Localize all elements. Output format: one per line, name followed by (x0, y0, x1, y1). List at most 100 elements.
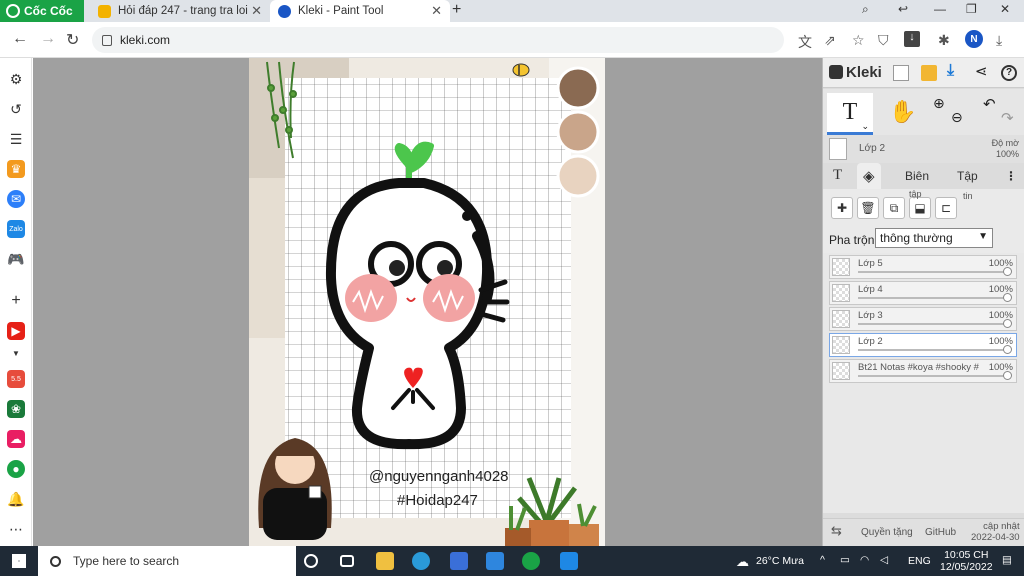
close-tab-icon[interactable]: ✕ (431, 3, 442, 19)
layer-item[interactable]: Bt21 Notas #koya #shooky # 100% (829, 359, 1017, 383)
downloads-icon[interactable]: ⤓ (996, 32, 1002, 49)
extensions-icon[interactable]: ✱ (938, 32, 950, 49)
rename-layer-button[interactable]: ⊏ (935, 197, 957, 219)
tab-edit[interactable]: Biên (905, 169, 929, 183)
open-folder-icon[interactable] (921, 65, 937, 81)
coccoc-brand[interactable]: Cốc Cốc (0, 0, 84, 22)
github-link[interactable]: GitHub (925, 527, 956, 538)
volume-icon[interactable]: ◁ (880, 554, 888, 566)
blend-mode-select[interactable]: thông thường ▼ (875, 228, 993, 248)
layer-item[interactable]: Lớp 4 100% (829, 281, 1017, 305)
more-menu-icon[interactable]: ⋮ (1005, 169, 1017, 183)
kleki-logo[interactable]: Kleki (829, 64, 882, 81)
notification-center-icon[interactable]: ▤ (1002, 554, 1012, 566)
chevron-down-icon[interactable]: ▼ (7, 344, 25, 362)
cortana-icon[interactable] (304, 554, 318, 568)
undo-icon[interactable]: ↶ (983, 95, 996, 113)
file-explorer-icon[interactable] (376, 552, 394, 570)
text-tool-button[interactable]: T ⌄ (827, 93, 873, 135)
kleki-canvas-area[interactable]: @nguyennganh4028 #Hoidap247 (33, 58, 822, 546)
tab-text-tool[interactable]: T (833, 167, 842, 184)
layer-item-active[interactable]: Lớp 2 100% (829, 333, 1017, 357)
slider-knob[interactable] (1003, 319, 1012, 328)
layer-opacity-slider[interactable] (858, 271, 1008, 273)
mail-icon[interactable] (486, 552, 504, 570)
history-icon[interactable]: ↺ (7, 100, 25, 118)
delete-layer-button[interactable]: 🗑 (857, 197, 879, 219)
close-tab-icon[interactable]: ✕ (251, 3, 262, 19)
lotus-app-icon[interactable]: ❀ (7, 400, 25, 418)
weather-text[interactable]: 26°C Mưa (756, 555, 804, 567)
layer-item[interactable]: Lớp 5 100% (829, 255, 1017, 279)
edge-icon[interactable] (412, 552, 430, 570)
translate-icon[interactable]: 文 (798, 32, 812, 52)
slider-knob[interactable] (1003, 371, 1012, 380)
duplicate-layer-button[interactable]: ⧉ (883, 197, 905, 219)
bookmark-star-icon[interactable]: ☆ (852, 32, 865, 49)
tab-search-icon[interactable]: ⌕ (862, 2, 869, 17)
tab-layers[interactable]: ◈ (857, 163, 881, 189)
close-window-icon[interactable]: ✕ (1000, 2, 1010, 16)
restore-icon[interactable]: ❐ (966, 2, 977, 16)
layer-opacity-slider[interactable] (858, 375, 1008, 377)
back-arrow-icon[interactable]: ↩ (898, 2, 908, 16)
layer-opacity-slider[interactable] (858, 297, 1008, 299)
add-layer-button[interactable]: ✚ (831, 197, 853, 219)
forward-icon[interactable]: → (40, 30, 56, 48)
coccoc-app-icon[interactable]: ● (7, 460, 25, 478)
tab-file[interactable]: Tập (957, 169, 978, 183)
taskbar-search[interactable]: Type here to search (38, 546, 296, 576)
zalo-taskbar-icon[interactable] (560, 552, 578, 570)
layer-item[interactable]: Lớp 3 100% (829, 307, 1017, 331)
shield-icon[interactable]: ⛉ (878, 32, 889, 49)
slider-knob[interactable] (1003, 267, 1012, 276)
youtube-icon[interactable]: ▶ (7, 322, 25, 340)
zoom-in-icon[interactable]: ⊕ (933, 95, 945, 112)
swap-panel-icon[interactable]: ⇆ (831, 523, 842, 539)
profile-avatar[interactable]: N (965, 30, 983, 48)
windows-start-icon[interactable] (12, 554, 26, 568)
redo-icon[interactable]: ↷ (1001, 109, 1014, 127)
weather-icon[interactable]: ☁ (736, 554, 749, 570)
cloud-app-icon[interactable]: ☁ (7, 430, 25, 448)
reading-list-icon[interactable]: ☰ (7, 130, 25, 148)
address-bar[interactable]: kleki.com (92, 27, 784, 53)
notification-bell-icon[interactable]: 🔔 (7, 490, 25, 508)
clock[interactable]: 10:05 CH 12/05/2022 (940, 549, 993, 573)
tab-kleki[interactable]: Kleki - Paint Tool ✕ (270, 0, 450, 22)
slider-knob[interactable] (1003, 345, 1012, 354)
merge-layer-button[interactable]: ⬓ (909, 197, 931, 219)
zalo-icon[interactable]: Zalo (7, 220, 25, 238)
layer-opacity-slider[interactable] (858, 323, 1008, 325)
changelog-link[interactable]: cập nhật 2022-04-30 (971, 521, 1020, 543)
crown-icon[interactable]: ♛ (7, 160, 25, 178)
new-image-icon[interactable] (893, 65, 909, 81)
share-icon[interactable]: ⋖ (975, 62, 991, 80)
new-tab-icon[interactable]: + (452, 1, 461, 19)
add-sidebar-item-icon[interactable]: + (7, 292, 25, 310)
settings-gear-icon[interactable]: ⚙ (7, 70, 25, 88)
slider-knob[interactable] (1003, 293, 1012, 302)
minimize-icon[interactable]: — (934, 2, 946, 16)
help-icon[interactable]: ? (1001, 65, 1017, 81)
store-icon[interactable] (450, 552, 468, 570)
privacy-link[interactable]: Quyền tặng (861, 527, 913, 538)
game-controller-icon[interactable]: 🎮 (7, 250, 25, 268)
layer-opacity-slider[interactable] (858, 349, 1008, 351)
battery-icon[interactable]: ▭ (840, 554, 850, 566)
network-icon[interactable]: ◠ (860, 554, 869, 566)
more-options-icon[interactable]: ⋯ (7, 520, 25, 538)
tab-hoidap[interactable]: Hỏi đáp 247 - trang tra loi ✕ (90, 0, 270, 22)
drawing-canvas[interactable]: @nguyennganh4028 #Hoidap247 (249, 58, 605, 546)
messenger-icon[interactable]: ✉ (7, 190, 25, 208)
sale-app-icon[interactable]: 5.5 (7, 370, 25, 388)
input-language[interactable]: ENG (908, 555, 931, 567)
reload-icon[interactable]: ↻ (66, 30, 79, 50)
save-download-icon[interactable]: ⤓ (947, 62, 963, 79)
task-view-icon[interactable] (340, 555, 354, 567)
hand-tool-icon[interactable]: ✋ (889, 99, 916, 125)
coccoc-taskbar-icon[interactable] (522, 552, 540, 570)
show-hidden-icons[interactable]: ^ (820, 554, 825, 566)
download-manager-icon[interactable]: ↓ (904, 31, 920, 47)
zoom-out-icon[interactable]: ⊖ (951, 109, 963, 126)
